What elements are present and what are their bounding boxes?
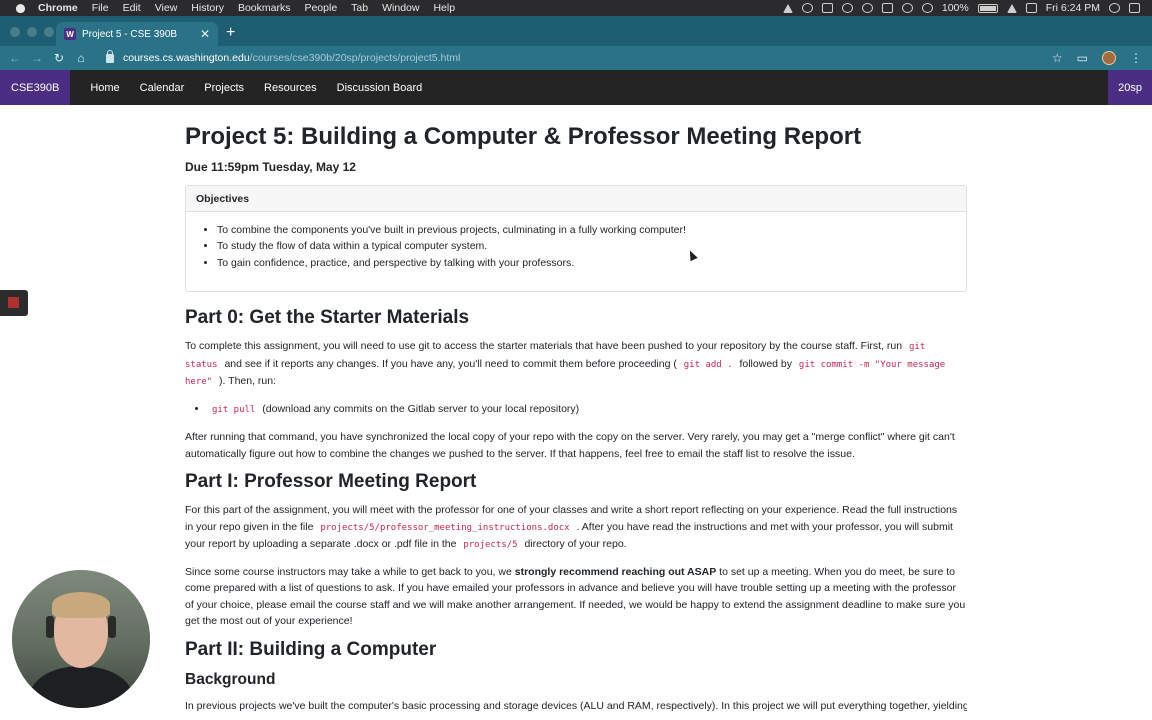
minimize-window-button[interactable]: [27, 27, 37, 37]
menu-bookmarks[interactable]: Bookmarks: [238, 2, 291, 14]
inline-code: projects/5: [463, 540, 518, 550]
nav-link-resources[interactable]: Resources: [264, 82, 317, 94]
nav-link-discussion-board[interactable]: Discussion Board: [337, 82, 423, 94]
spotlight-search-icon[interactable]: [1109, 3, 1120, 13]
menu-view[interactable]: View: [155, 2, 178, 14]
reload-icon[interactable]: ↻: [48, 51, 70, 65]
airplay-icon[interactable]: [881, 3, 893, 13]
part0-heading: Part 0: Get the Starter Materials: [185, 307, 470, 328]
window-controls: [10, 27, 54, 37]
menu-window[interactable]: Window: [382, 2, 419, 14]
tab-strip: W Project 5 - CSE 390B ✕ +: [0, 16, 1152, 46]
apple-menu-icon[interactable]: [14, 2, 28, 14]
recording-widget-icon[interactable]: [0, 290, 28, 316]
due-date: Due 11:59pm Tuesday, May 12: [185, 160, 356, 174]
sync-icon[interactable]: [801, 3, 813, 13]
close-window-button[interactable]: [10, 27, 20, 37]
browser-toolbar: ← → ↻ ⌂ courses.cs.washington.edu /cours…: [0, 46, 1152, 70]
toolbar-actions: ☆ ▭ ⋮: [1052, 51, 1142, 65]
status-area: 100% Fri 6:24 PM: [782, 2, 1140, 14]
wifi-icon[interactable]: [921, 3, 933, 13]
nav-link-home[interactable]: Home: [90, 82, 119, 94]
control-center-icon[interactable]: [1129, 3, 1140, 13]
part1-heading: Part I: Professor Meeting Report: [185, 471, 477, 492]
part0-text: ). Then, run:: [219, 375, 277, 387]
part0-text: To complete this assignment, you will ne…: [185, 340, 903, 352]
chrome-menu-icon[interactable]: ⋮: [1130, 51, 1142, 65]
objective-item: To study the flow of data within a typic…: [217, 238, 956, 255]
list-item: git pull (download any commits on the Gi…: [208, 401, 967, 419]
menu-edit[interactable]: Edit: [123, 2, 141, 14]
part1-paragraph-2: Since some course instructors may take a…: [185, 564, 967, 630]
command-description: (download any commits on the Gitlab serv…: [262, 402, 580, 415]
zoom-window-button[interactable]: [44, 27, 54, 37]
profile-avatar[interactable]: [1102, 51, 1116, 65]
back-icon[interactable]: ←: [4, 51, 26, 65]
bookmark-star-icon[interactable]: ☆: [1052, 51, 1063, 65]
headphone-left: [46, 616, 54, 638]
emphasis-text: strongly recommend reaching out ASAP: [514, 565, 717, 578]
battery-percent[interactable]: 100%: [942, 2, 969, 14]
input-source-icon[interactable]: [1025, 3, 1037, 13]
url-path: /courses/cse390b/20sp/projects/project5.…: [249, 52, 461, 64]
part0-text: followed by: [739, 357, 792, 370]
menu-clock[interactable]: Fri 6:24 PM: [1046, 2, 1100, 14]
course-brand-link[interactable]: CSE390B: [0, 70, 71, 105]
objective-item: To combine the components you've built i…: [217, 222, 956, 239]
url-host: courses.cs.washington.edu: [123, 52, 250, 64]
command-list: git pull (download any commits on the Gi…: [185, 401, 967, 419]
bluetooth-icon[interactable]: [901, 3, 913, 13]
objectives-heading: Objectives: [186, 185, 966, 212]
battery-icon[interactable]: [977, 3, 998, 13]
clock-icon[interactable]: [861, 3, 873, 13]
forward-icon[interactable]: →: [26, 51, 48, 65]
volume-icon[interactable]: [1006, 3, 1017, 13]
macos-menu-bar: Chrome File Edit View History Bookmarks …: [0, 0, 1152, 16]
objectives-body: To combine the components you've built i…: [186, 212, 966, 292]
part1-text: Since some course instructors may take a…: [185, 565, 512, 578]
inline-code: git pull: [212, 404, 256, 415]
menu-tab[interactable]: Tab: [351, 2, 368, 14]
part0-text: and see if it reports any changes. If yo…: [224, 357, 677, 370]
nav-link-projects[interactable]: Projects: [204, 82, 244, 94]
app-menu-chrome[interactable]: Chrome: [38, 2, 78, 14]
location-icon[interactable]: [782, 3, 793, 13]
close-tab-icon[interactable]: ✕: [200, 27, 210, 41]
part1-paragraph-1: For this part of the assignment, you wil…: [185, 502, 967, 554]
objectives-list: To combine the components you've built i…: [217, 222, 956, 272]
headphone-right: [108, 616, 116, 638]
inline-code: projects/5/professor_meeting_instruction…: [320, 522, 570, 533]
inline-code: git add .: [683, 359, 733, 370]
menu-file[interactable]: File: [92, 2, 109, 14]
objective-item: To gain confidence, practice, and perspe…: [217, 255, 956, 272]
tab-title: Project 5 - CSE 390B: [82, 28, 178, 40]
site-navbar: CSE390B Home Calendar Projects Resources…: [0, 70, 1152, 105]
uw-favicon-icon: W: [64, 28, 76, 40]
address-bar[interactable]: courses.cs.washington.edu /courses/cse39…: [106, 49, 1052, 64]
menu-help[interactable]: Help: [433, 2, 455, 14]
nav-link-calendar[interactable]: Calendar: [140, 82, 185, 94]
term-badge-link[interactable]: 20sp: [1108, 70, 1152, 105]
page-content: Project 5: Building a Computer & Profess…: [185, 105, 967, 714]
cast-icon[interactable]: ▭: [1077, 51, 1088, 65]
page-title: Project 5: Building a Computer & Profess…: [185, 123, 862, 150]
minus-circle-icon[interactable]: [841, 3, 853, 13]
grid-icon[interactable]: [821, 3, 833, 13]
part2-paragraph-1: In previous projects we've built the com…: [185, 699, 967, 712]
home-icon[interactable]: ⌂: [70, 51, 92, 65]
objectives-card: Objectives To combine the components you…: [185, 184, 967, 292]
presenter-hair: [52, 592, 110, 618]
part2-heading: Part II: Building a Computer: [185, 638, 437, 660]
menu-people[interactable]: People: [304, 2, 337, 14]
part0-paragraph-1: To complete this assignment, you will ne…: [185, 338, 967, 391]
new-tab-button[interactable]: +: [226, 24, 235, 42]
webcam-overlay: [12, 570, 150, 708]
background-heading: Background: [185, 670, 276, 688]
lock-icon[interactable]: [106, 49, 114, 63]
part0-paragraph-2: After running that command, you have syn…: [185, 431, 955, 460]
tab-project5[interactable]: W Project 5 - CSE 390B ✕: [56, 22, 218, 46]
part1-text: directory of your repo.: [524, 538, 627, 550]
menu-history[interactable]: History: [191, 2, 224, 14]
